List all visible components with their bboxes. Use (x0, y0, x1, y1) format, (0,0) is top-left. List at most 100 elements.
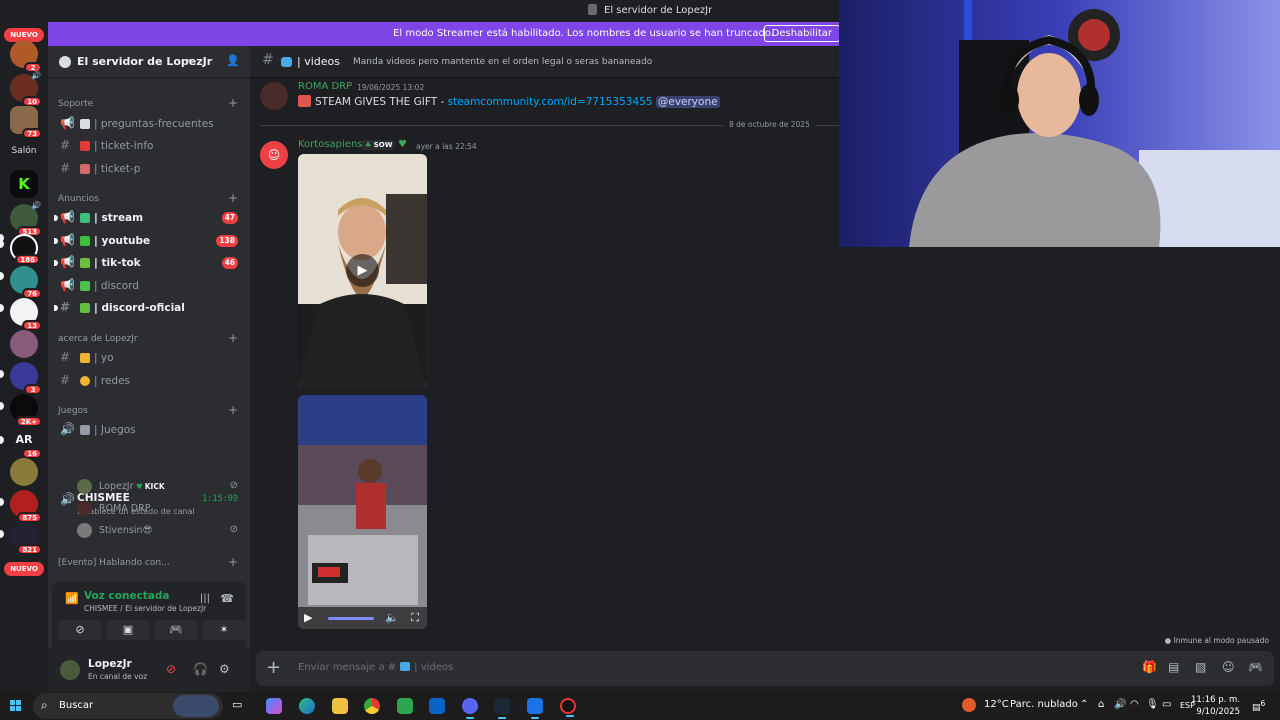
add-channel-icon[interactable]: + (228, 555, 238, 569)
file-explorer-icon[interactable] (332, 698, 348, 714)
muted-mic-icon[interactable]: ⊘ (166, 662, 176, 676)
discord-taskbar-icon[interactable] (462, 698, 478, 719)
category-juegos[interactable]: Juegos (58, 406, 88, 416)
message-composer[interactable]: + Enviar mensaje a # | videos 🎁 ▤ ▧ ☺ 🎮 (256, 651, 1274, 686)
disconnect-icon[interactable]: ☎ (220, 592, 234, 605)
channel-stream[interactable]: 📢 | stream 47 (54, 208, 242, 228)
voice-user[interactable]: ROMA DRP (76, 498, 242, 518)
activities-button[interactable]: 🎮 (154, 620, 198, 640)
server-header[interactable]: El servidor de LopezJr ⌄ 👤 (48, 46, 250, 78)
server-icon[interactable] (10, 330, 38, 358)
attach-plus-icon[interactable]: + (266, 657, 281, 678)
video-attachment[interactable]: ▶ (298, 154, 427, 388)
steam-icon[interactable] (494, 698, 510, 719)
voice-user[interactable]: LopezJr KICK ⊘ (76, 476, 242, 496)
gift-icon[interactable]: 🎁 (1142, 660, 1157, 674)
copilot-icon[interactable] (266, 698, 282, 714)
server-icon[interactable]: 186 (10, 234, 40, 265)
chrome-icon[interactable] (364, 698, 380, 714)
category-evento[interactable]: [Evento] Hablando con... (58, 558, 170, 568)
notification-icon[interactable]: ▤6 (1252, 699, 1265, 713)
weather-temp[interactable]: 12°C (984, 699, 1009, 710)
headphones-icon[interactable]: 🎧 (193, 662, 208, 676)
clock[interactable]: 11:16 p. m. 9/10/2025 (1191, 694, 1240, 718)
play-icon[interactable]: ▶ (304, 611, 312, 624)
store-icon[interactable] (397, 698, 413, 714)
noise-suppression-icon[interactable]: ||| (200, 593, 210, 604)
channel-yo[interactable]: # | yo (56, 348, 242, 368)
message-author[interactable]: ROMA DRP (298, 81, 352, 92)
server-icon[interactable]: 13 (10, 298, 42, 331)
category-anuncios[interactable]: Anuncios (58, 194, 99, 204)
outlook-icon[interactable] (429, 698, 445, 714)
task-view-icon[interactable]: ▭ (232, 698, 248, 714)
category-acerca[interactable]: acerca de LopezJr (58, 334, 138, 344)
chevron-up-icon[interactable]: ⌃ (1080, 699, 1088, 710)
server-icon[interactable]: AR 16 (10, 426, 42, 459)
gif-icon[interactable]: ▤ (1168, 660, 1179, 674)
play-icon[interactable]: ▶ (346, 254, 379, 287)
add-member-icon[interactable]: 👤 (226, 54, 240, 67)
voice-user[interactable]: Stivensin😎 ⊘ (76, 520, 242, 540)
message-link[interactable]: steamcommunity.com/id=7715353455 (448, 96, 653, 108)
channel-redes[interactable]: # | redes (56, 371, 242, 391)
discord-logo-avatar[interactable]: ☺ (260, 141, 288, 169)
video-attachment[interactable]: ▶ 🔈 ⛶ (298, 395, 427, 629)
video-progress-bar[interactable] (328, 617, 374, 620)
channel-topic[interactable]: Manda videos pero mantente en el orden l… (353, 57, 652, 67)
camera-off-button[interactable]: ⊘ (58, 620, 102, 640)
weather-icon[interactable] (962, 698, 976, 712)
battery-icon[interactable]: ▭ (1162, 699, 1171, 710)
taskbar-search[interactable]: ⌕ Buscar (33, 693, 223, 719)
add-channel-icon[interactable]: + (228, 403, 238, 417)
avatar[interactable] (260, 82, 288, 110)
obs-icon[interactable] (560, 698, 576, 717)
add-channel-icon[interactable]: + (228, 191, 238, 205)
sticker-icon[interactable]: ▧ (1195, 660, 1206, 674)
server-icon[interactable]: 821 (10, 522, 42, 555)
mention[interactable]: @everyone (655, 96, 720, 108)
server-icon[interactable]: 🔊 513 (10, 201, 42, 237)
server-icon[interactable]: 2 (10, 40, 42, 73)
kick-server-icon[interactable]: K (10, 170, 38, 198)
channel-ticket-info[interactable]: # | ticket-info (56, 136, 242, 156)
message-author[interactable]: Kortosapiens (298, 139, 363, 150)
windows-start-icon[interactable] (10, 700, 22, 712)
gear-icon[interactable]: ⚙ (219, 662, 230, 676)
server-icon[interactable]: 🔊 10 (10, 71, 42, 107)
speaker-icon[interactable]: 🔊 (1114, 699, 1126, 710)
weather-description[interactable]: Parc. nublado (1010, 699, 1078, 710)
apps-icon[interactable]: 🎮 (1248, 660, 1263, 674)
soundboard-button[interactable]: ✶ (202, 620, 246, 640)
avatar[interactable] (60, 660, 80, 680)
channel-juegos[interactable]: 🔊 | Juegos (56, 420, 242, 440)
server-icon[interactable] (10, 458, 38, 486)
channel-youtube[interactable]: 📢 | youtube 138 (54, 231, 242, 251)
network-icon[interactable]: ⌂ (1098, 699, 1104, 710)
share-screen-button[interactable]: ▣ (106, 620, 150, 640)
channel-discord[interactable]: 📢 | discord (56, 276, 242, 296)
mic-icon[interactable]: 🎙 (1146, 699, 1159, 710)
emoji-icon[interactable]: ☺ (1222, 660, 1235, 674)
volume-icon[interactable]: 🔈 (385, 611, 399, 624)
folder-label[interactable]: Salón (0, 146, 48, 156)
server-icon[interactable]: 875 (10, 490, 42, 523)
channel-discord-oficial[interactable]: # | discord-oficial (54, 298, 242, 318)
channel-preguntas-frecuentes[interactable]: 📢 | preguntas-frecuentes (56, 114, 242, 134)
disable-streamer-button[interactable]: Deshabilitar (763, 25, 840, 42)
server-icon[interactable]: 3 (10, 362, 42, 395)
edge-icon[interactable] (299, 698, 315, 714)
server-icon[interactable]: 76 (10, 266, 42, 299)
wifi-icon[interactable]: ◠ (1130, 699, 1139, 710)
add-channel-icon[interactable]: + (228, 331, 238, 345)
fullscreen-icon[interactable]: ⛶ (411, 611, 419, 625)
message-input[interactable]: Enviar mensaje a # | videos (298, 662, 453, 673)
channel-ticket-p[interactable]: # | ticket-p (56, 159, 242, 179)
category-soporte[interactable]: Soporte (58, 99, 93, 109)
server-icon[interactable]: 2K+ (10, 394, 42, 427)
channel-tik-tok[interactable]: 📢 | tik-tok 46 (54, 253, 242, 273)
app-icon[interactable] (527, 698, 543, 719)
voice-status-title[interactable]: Voz conectada (84, 590, 170, 602)
server-icon[interactable]: 73 (10, 106, 42, 139)
add-channel-icon[interactable]: + (228, 96, 238, 110)
